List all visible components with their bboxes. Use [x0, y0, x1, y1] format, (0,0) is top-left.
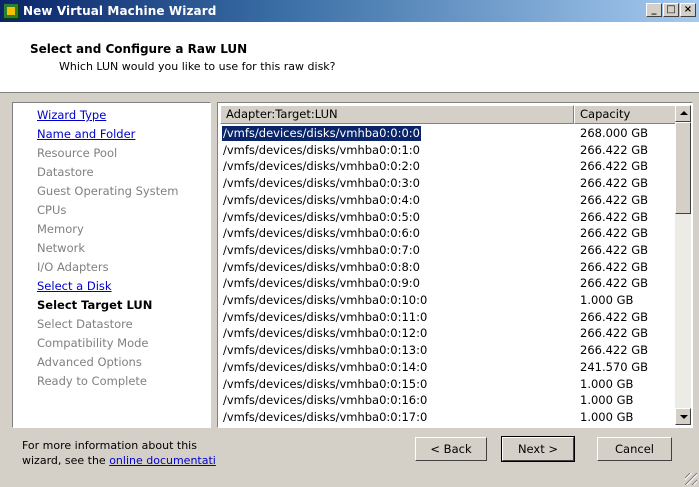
table-row[interactable]: /vmfs/devices/disks/vmhba0:0:4:0 266.422 …: [220, 193, 676, 208]
lun-path-cell: /vmfs/devices/disks/vmhba0:0:12:0: [223, 326, 428, 341]
table-row[interactable]: /vmfs/devices/disks/vmhba0:0:7:0 266.422 …: [220, 243, 676, 258]
capacity-cell: 266.422 GB: [580, 142, 649, 157]
scroll-down-icon[interactable]: [675, 408, 691, 425]
footer-info: For more information about this wizard, …: [22, 438, 216, 468]
table-row[interactable]: /vmfs/devices/disks/vmhba0:0:17:0 1.000 G…: [220, 410, 676, 425]
capacity-cell: 266.422 GB: [580, 159, 649, 174]
wizard-window: New Virtual Machine Wizard _ □ × Select …: [0, 0, 699, 487]
capacity-cell: 266.422 GB: [580, 259, 649, 274]
cancel-button[interactable]: Cancel: [597, 437, 672, 461]
lun-path-cell: /vmfs/devices/disks/vmhba0:0:2:0: [223, 159, 420, 174]
step-cpus: CPUs: [37, 203, 67, 217]
page-subtitle: Which LUN would you like to use for this…: [59, 60, 336, 73]
step-select-datastore: Select Datastore: [37, 317, 133, 331]
footer-info-line1: For more information about this: [22, 439, 197, 452]
capacity-cell: 266.422 GB: [580, 209, 649, 224]
step-network: Network: [37, 241, 86, 255]
capacity-cell: 266.422 GB: [580, 343, 649, 358]
step-compatibility-mode: Compatibility Mode: [37, 336, 149, 350]
table-row[interactable]: /vmfs/devices/disks/vmhba0:0:16:0 1.000 G…: [220, 393, 676, 408]
table-row[interactable]: /vmfs/devices/disks/vmhba0:0:1:0 266.422 …: [220, 143, 676, 158]
table-row[interactable]: /vmfs/devices/disks/vmhba0:0:8:0 266.422 …: [220, 260, 676, 275]
lun-path-cell: /vmfs/devices/disks/vmhba0:0:16:0: [223, 393, 428, 408]
step-select-target-lun: Select Target LUN: [37, 298, 153, 312]
lun-path-cell: /vmfs/devices/disks/vmhba0:0:10:0: [223, 293, 428, 307]
capacity-cell: 266.422 GB: [580, 226, 649, 241]
table-row[interactable]: /vmfs/devices/disks/vmhba0:0:14:0 241.570…: [220, 360, 676, 375]
table-row[interactable]: /vmfs/devices/disks/vmhba0:0:9:0 266.422 …: [220, 276, 676, 291]
online-documentation-link[interactable]: online documentati: [109, 454, 216, 467]
capacity-cell: 1.000 GB: [580, 393, 634, 408]
lun-path-cell: /vmfs/devices/disks/vmhba0:0:5:0: [223, 209, 420, 224]
capacity-cell: 266.422 GB: [580, 309, 649, 324]
vertical-scrollbar[interactable]: [675, 105, 691, 425]
table-row[interactable]: /vmfs/devices/disks/vmhba0:0:0:0 268.000 …: [220, 125, 676, 142]
lun-path-cell: /vmfs/devices/disks/vmhba0:0:14:0: [223, 359, 428, 374]
resize-grip-icon[interactable]: [685, 473, 697, 485]
footer-info-line2: wizard, see the: [22, 454, 110, 467]
capacity-cell: 1.000 GB: [580, 376, 634, 391]
next-button[interactable]: Next >: [501, 436, 575, 462]
step-name-and-folder[interactable]: Name and Folder: [37, 127, 135, 141]
step-resource-pool: Resource Pool: [37, 146, 118, 160]
step-i-o-adapters: I/O Adapters: [37, 260, 109, 274]
table-row[interactable]: /vmfs/devices/disks/vmhba0:0:5:0 266.422 …: [220, 210, 676, 225]
window-title: New Virtual Machine Wizard: [23, 4, 217, 18]
column-header-capacity[interactable]: Capacity: [574, 105, 676, 124]
scroll-up-icon[interactable]: [675, 105, 691, 122]
table-row[interactable]: /vmfs/devices/disks/vmhba0:0:3:0 266.422 …: [220, 176, 676, 191]
capacity-cell: 266.422 GB: [580, 192, 649, 207]
step-advanced-options: Advanced Options: [37, 355, 142, 369]
close-icon[interactable]: ×: [680, 3, 696, 17]
table-row[interactable]: /vmfs/devices/disks/vmhba0:0:6:0 266.422 …: [220, 226, 676, 241]
title-bar[interactable]: New Virtual Machine Wizard _ □ ×: [0, 0, 699, 22]
lun-path-cell: /vmfs/devices/disks/vmhba0:0:3:0: [223, 176, 420, 191]
lun-path-cell: /vmfs/devices/disks/vmhba0:0:13:0: [223, 343, 428, 358]
page-title: Select and Configure a Raw LUN: [30, 42, 248, 56]
capacity-cell: 1.000 GB: [580, 293, 634, 307]
capacity-cell: 1.000 GB: [580, 409, 634, 424]
vm-wizard-icon: [3, 3, 19, 19]
wizard-header: Select and Configure a Raw LUN Which LUN…: [0, 22, 699, 93]
capacity-cell: 266.422 GB: [580, 176, 649, 191]
lun-path-cell: /vmfs/devices/disks/vmhba0:0:15:0: [223, 376, 428, 391]
lun-path-cell: /vmfs/devices/disks/vmhba0:0:7:0: [223, 242, 420, 257]
minimize-icon[interactable]: _: [646, 3, 662, 17]
capacity-cell: 266.422 GB: [580, 242, 649, 257]
lun-path-cell: /vmfs/devices/disks/vmhba0:0:9:0: [223, 276, 420, 291]
window-controls: _ □ ×: [645, 3, 696, 17]
lun-path-cell: /vmfs/devices/disks/vmhba0:0:0:0: [221, 125, 422, 142]
capacity-cell: 241.570 GB: [580, 359, 649, 374]
capacity-cell: 266.422 GB: [580, 326, 649, 341]
lun-path-cell: /vmfs/devices/disks/vmhba0:0:6:0: [223, 226, 420, 241]
lun-path-cell: /vmfs/devices/disks/vmhba0:0:1:0: [223, 142, 420, 157]
column-header-adapter[interactable]: Adapter:Target:LUN: [220, 105, 574, 124]
step-memory: Memory: [37, 222, 84, 236]
step-datastore: Datastore: [37, 165, 94, 179]
capacity-cell: 268.000 GB: [580, 126, 649, 140]
lun-path-cell: /vmfs/devices/disks/vmhba0:0:11:0: [223, 309, 428, 324]
table-row[interactable]: /vmfs/devices/disks/vmhba0:0:10:0 1.000 G…: [220, 293, 676, 308]
lun-path-cell: /vmfs/devices/disks/vmhba0:0:17:0: [223, 409, 428, 424]
table-row[interactable]: /vmfs/devices/disks/vmhba0:0:12:0 266.422…: [220, 326, 676, 341]
wizard-steps-panel: Wizard Type Name and Folder Resource Pool D…: [12, 102, 211, 428]
back-button[interactable]: < Back: [415, 437, 487, 461]
capacity-cell: 266.422 GB: [580, 276, 649, 291]
step-guest-operating-system: Guest Operating System: [37, 184, 179, 198]
table-row[interactable]: /vmfs/devices/disks/vmhba0:0:13:0 266.422…: [220, 343, 676, 358]
table-row[interactable]: /vmfs/devices/disks/vmhba0:0:2:0 266.422 …: [220, 159, 676, 174]
scroll-thumb[interactable]: [675, 122, 691, 214]
lun-list[interactable]: Adapter:Target:LUN Capacity /vmfs/device…: [217, 102, 693, 428]
lun-path-cell: /vmfs/devices/disks/vmhba0:0:8:0: [223, 259, 420, 274]
table-row[interactable]: /vmfs/devices/disks/vmhba0:0:15:0 1.000 G…: [220, 377, 676, 392]
step-ready-to-complete: Ready to Complete: [37, 374, 147, 388]
step-wizard-type[interactable]: Wizard Type: [37, 108, 106, 122]
table-row[interactable]: /vmfs/devices/disks/vmhba0:0:11:0 266.422…: [220, 310, 676, 325]
step-select-a-disk[interactable]: Select a Disk: [37, 279, 112, 293]
maximize-icon[interactable]: □: [663, 3, 679, 17]
lun-path-cell: /vmfs/devices/disks/vmhba0:0:4:0: [223, 192, 420, 207]
footer-info-line2-wrap: wizard, see the online documentati: [22, 453, 216, 468]
